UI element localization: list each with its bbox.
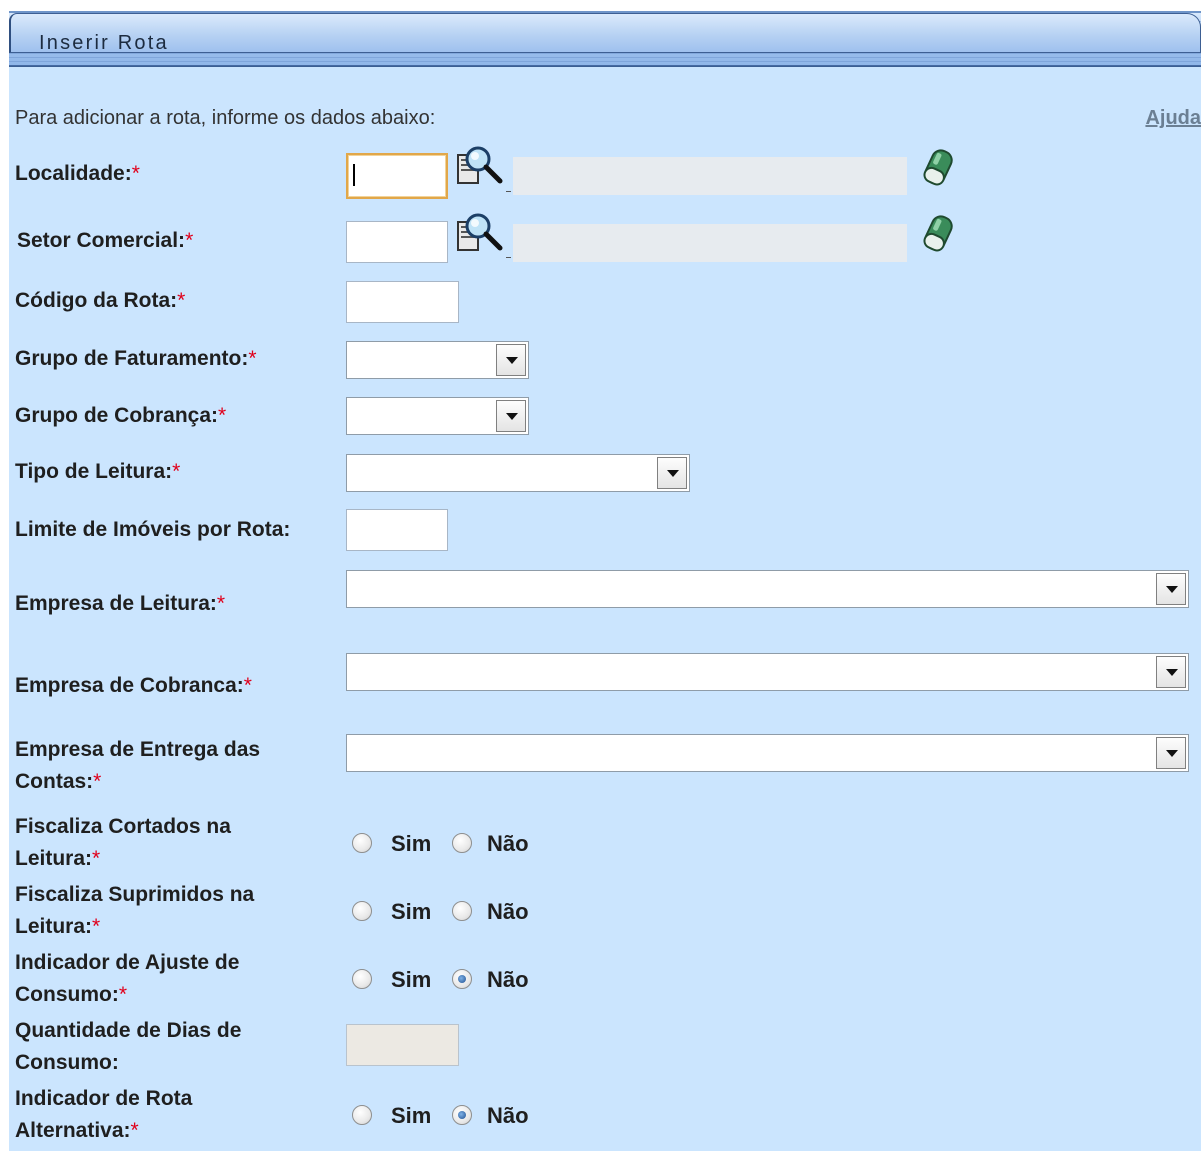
label-empresa-cobranca: Empresa de Cobranca:* bbox=[15, 674, 252, 697]
required-mark: * bbox=[185, 229, 194, 252]
empresa-entrega-select[interactable] bbox=[346, 734, 1189, 772]
chevron-down-icon[interactable] bbox=[1156, 737, 1186, 769]
fiscaliza-cortados-sim-radio[interactable] bbox=[352, 833, 372, 853]
label-rota-alternativa: Indicador de Rota Alternativa:* bbox=[15, 1087, 193, 1142]
chevron-down-icon[interactable] bbox=[1156, 573, 1186, 605]
grupo-faturamento-select[interactable] bbox=[346, 341, 529, 379]
label-fiscaliza-cortados: Fiscaliza Cortados na Leitura:* bbox=[15, 815, 231, 870]
rota-alternativa-nao-radio[interactable] bbox=[452, 1105, 472, 1125]
search-setor-comercial-icon[interactable] bbox=[456, 212, 506, 256]
title-tab: Inserir Rota bbox=[9, 13, 1201, 54]
required-mark: * bbox=[131, 162, 140, 185]
empresa-leitura-select[interactable] bbox=[346, 570, 1189, 608]
label-localidade: Localidade:* bbox=[15, 162, 140, 185]
chevron-down-icon[interactable] bbox=[496, 400, 526, 432]
required-mark: * bbox=[93, 770, 102, 793]
label-codigo-rota: Código da Rota:* bbox=[15, 289, 186, 312]
fiscaliza-suprimidos-nao-radio[interactable] bbox=[452, 901, 472, 921]
label-ajuste-consumo: Indicador de Ajuste de Consumo:* bbox=[15, 951, 240, 1006]
label-dias-consumo: Quantidade de Dias de Consumo: bbox=[15, 1019, 242, 1074]
label-fiscaliza-suprimidos: Fiscaliza Suprimidos na Leitura:* bbox=[15, 883, 255, 938]
dias-consumo-input bbox=[346, 1024, 459, 1066]
desc-separator bbox=[506, 191, 511, 192]
setor-comercial-input[interactable] bbox=[346, 221, 448, 263]
chevron-down-icon[interactable] bbox=[1156, 656, 1186, 688]
radio-label-sim[interactable]: Sim bbox=[391, 897, 431, 927]
intro-text: Para adicionar a rota, informe os dados … bbox=[15, 107, 436, 129]
setor-comercial-description bbox=[513, 224, 907, 262]
label-empresa-entrega: Empresa de Entrega das Contas:* bbox=[15, 738, 261, 793]
label-setor-comercial: Setor Comercial:* bbox=[17, 229, 194, 252]
empresa-cobranca-select[interactable] bbox=[346, 653, 1189, 691]
localidade-input[interactable] bbox=[346, 153, 448, 199]
radio-label-nao[interactable]: Não bbox=[487, 1101, 529, 1131]
label-grupo-faturamento: Grupo de Faturamento:* bbox=[15, 347, 257, 370]
required-mark: * bbox=[130, 1119, 139, 1142]
required-mark: * bbox=[118, 983, 128, 1006]
chevron-down-icon[interactable] bbox=[496, 344, 526, 376]
help-link[interactable]: Ajuda bbox=[1145, 107, 1201, 130]
rota-alternativa-sim-radio[interactable] bbox=[352, 1105, 372, 1125]
limite-imoveis-input[interactable] bbox=[346, 509, 448, 551]
text-caret bbox=[353, 164, 355, 186]
chevron-down-icon[interactable] bbox=[657, 457, 687, 489]
tipo-leitura-select[interactable] bbox=[346, 454, 690, 492]
label-grupo-cobranca: Grupo de Cobrança:* bbox=[15, 404, 227, 427]
radio-label-sim[interactable]: Sim bbox=[391, 1101, 431, 1131]
required-mark: * bbox=[177, 289, 186, 312]
required-mark: * bbox=[218, 404, 227, 427]
search-localidade-icon[interactable] bbox=[456, 145, 506, 189]
label-empresa-leitura: Empresa de Leitura:* bbox=[15, 592, 226, 615]
desc-separator bbox=[506, 257, 511, 258]
grupo-cobranca-select[interactable] bbox=[346, 397, 529, 435]
form-panel: Inserir Rota Para adicionar a rota, info… bbox=[9, 11, 1201, 1151]
radio-label-nao[interactable]: Não bbox=[487, 965, 529, 995]
required-mark: * bbox=[92, 915, 101, 938]
page-title: Inserir Rota bbox=[39, 32, 169, 54]
fiscaliza-suprimidos-sim-radio[interactable] bbox=[352, 901, 372, 921]
ajuste-consumo-nao-radio[interactable] bbox=[452, 969, 472, 989]
radio-label-nao[interactable]: Não bbox=[487, 897, 529, 927]
fiscaliza-cortados-nao-radio[interactable] bbox=[452, 833, 472, 853]
required-mark: * bbox=[243, 674, 252, 697]
required-mark: * bbox=[92, 847, 101, 870]
label-tipo-leitura: Tipo de Leitura:* bbox=[15, 460, 181, 483]
required-mark: * bbox=[172, 460, 181, 483]
title-bar: Inserir Rota bbox=[9, 11, 1201, 67]
required-mark: * bbox=[216, 592, 226, 615]
localidade-description bbox=[513, 157, 907, 195]
codigo-rota-input[interactable] bbox=[346, 281, 459, 323]
radio-label-nao[interactable]: Não bbox=[487, 829, 529, 859]
radio-label-sim[interactable]: Sim bbox=[391, 829, 431, 859]
required-mark: * bbox=[248, 347, 257, 370]
label-limite-imoveis: Limite de Imóveis por Rota: bbox=[15, 518, 291, 541]
eraser-setor-comercial-icon[interactable] bbox=[920, 214, 956, 254]
ajuste-consumo-sim-radio[interactable] bbox=[352, 969, 372, 989]
radio-label-sim[interactable]: Sim bbox=[391, 965, 431, 995]
eraser-localidade-icon[interactable] bbox=[920, 148, 956, 188]
